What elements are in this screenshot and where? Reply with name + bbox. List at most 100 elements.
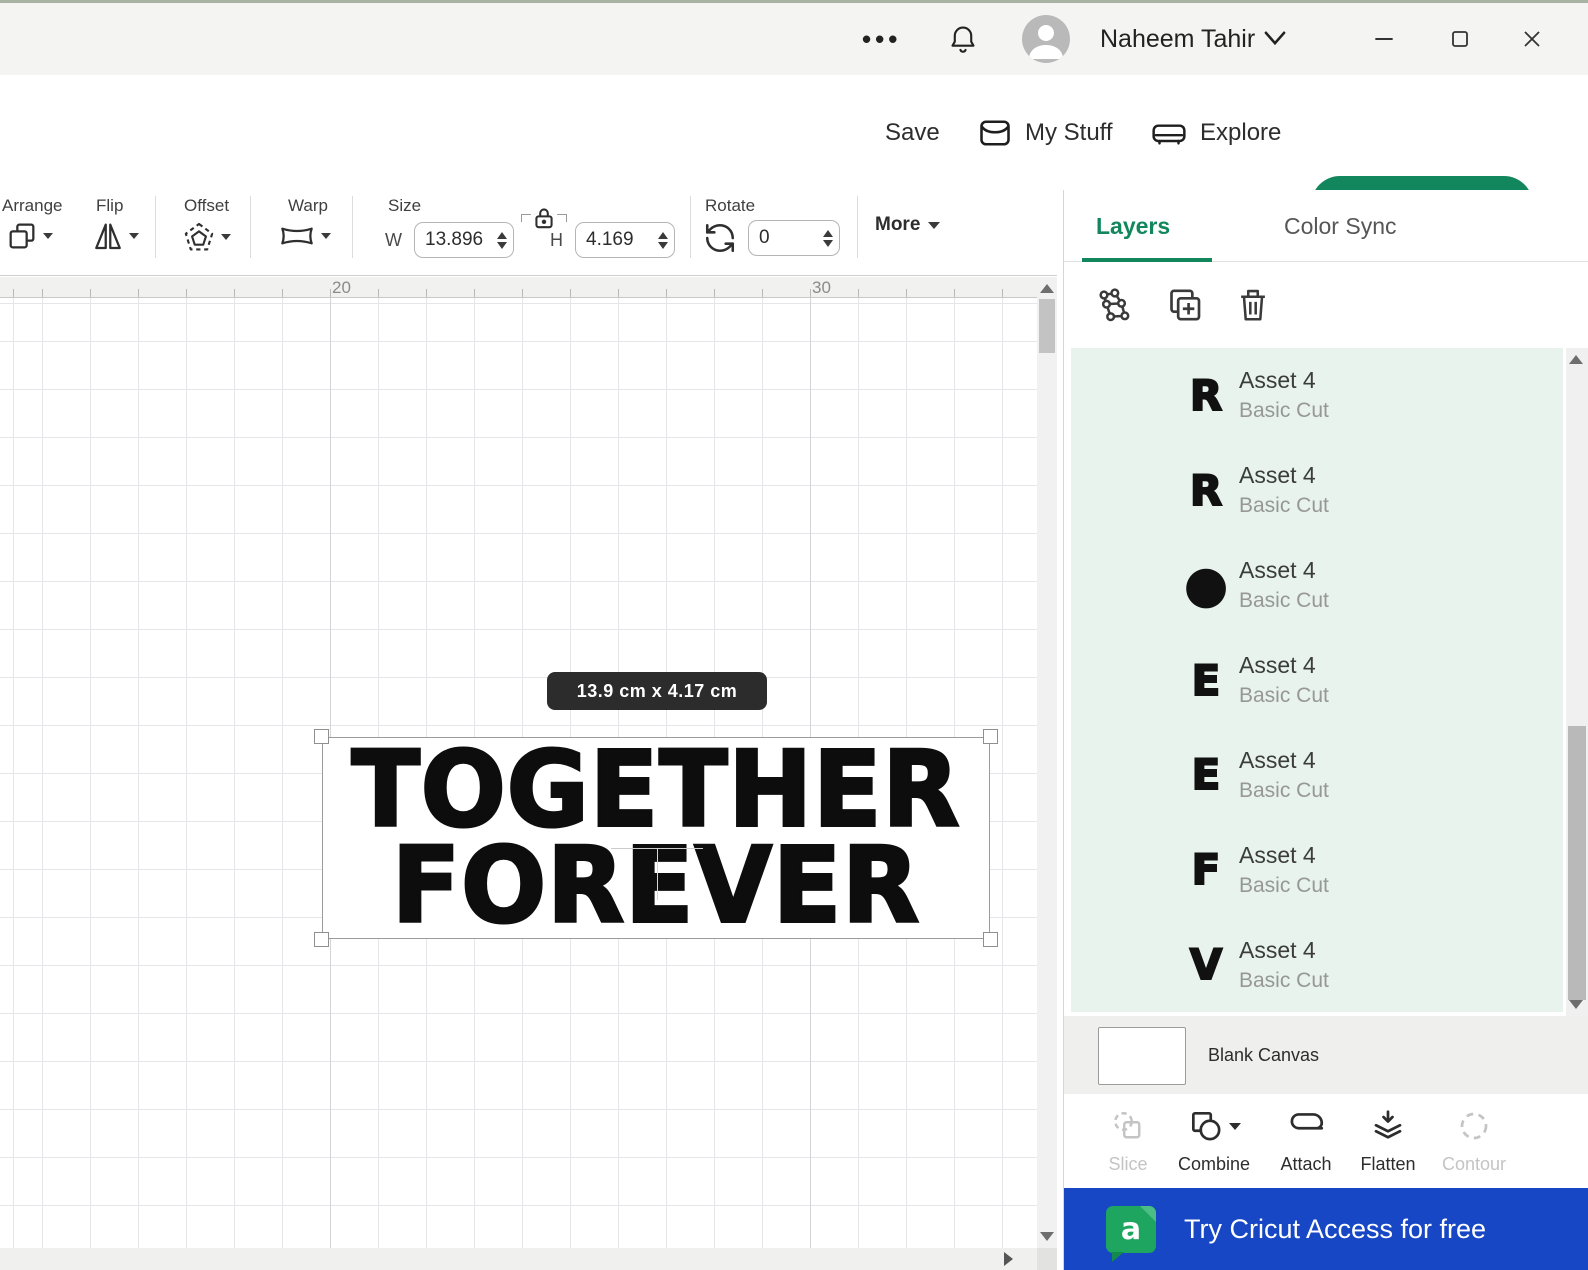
warp-label: Warp [288, 196, 328, 215]
height-stepper[interactable] [658, 231, 668, 249]
more-button[interactable]: More [875, 214, 941, 236]
selection-handle-bottom-left[interactable] [314, 932, 329, 947]
design-canvas[interactable]: 20 30 13.9 cm x 4.17 cm TOGETHER FOREVER [0, 277, 1057, 1270]
notifications-bell-icon[interactable] [946, 23, 980, 57]
cricut-access-text: Try Cricut Access for free [1184, 1213, 1487, 1244]
warp-button[interactable] [278, 220, 331, 252]
toolbar-divider [250, 196, 251, 258]
more-caret-icon [928, 221, 941, 229]
more-label: More [875, 214, 921, 235]
ruler-ticks [0, 289, 1037, 297]
arrange-caret-icon [43, 233, 53, 239]
rotate-field[interactable] [748, 220, 840, 256]
tab-layers[interactable]: Layers [1096, 190, 1170, 262]
rotate-icon[interactable] [703, 221, 737, 255]
group-icon[interactable] [1094, 285, 1134, 325]
height-label: H [550, 229, 563, 250]
layer-row[interactable]: E Asset 4 Basic Cut [1071, 633, 1563, 728]
slice-label: Slice [1108, 1154, 1148, 1174]
window-minimize-button[interactable] [1366, 21, 1402, 57]
warp-caret-icon [321, 233, 331, 239]
my-stuff-button[interactable]: My Stuff [977, 75, 1113, 190]
offset-button[interactable] [182, 220, 231, 254]
save-label: Save [885, 118, 940, 146]
height-field[interactable] [575, 222, 675, 258]
rotate-label: Rotate [705, 196, 756, 215]
my-stuff-label: My Stuff [1025, 118, 1113, 146]
panel-tabs: Layers Color Sync [1064, 190, 1588, 262]
width-field[interactable] [414, 222, 514, 258]
edit-toolbar: Arrange Flip Offset Warp Size W 13.896 H… [0, 190, 1057, 276]
layer-row[interactable]: F Asset 4 Basic Cut [1071, 822, 1563, 917]
layer-thumbnail: E [1191, 655, 1222, 706]
slice-button: Slice [1078, 1104, 1178, 1175]
toolbar-divider [352, 196, 353, 258]
layer-thumbnail: V [1189, 939, 1224, 990]
scroll-up-arrow-icon[interactable] [1040, 284, 1054, 293]
selection-handle-top-left[interactable] [314, 729, 329, 744]
account-name[interactable]: Naheem Tahir [1100, 3, 1255, 75]
app-window: ••• Naheem Tahir Save My Stuff Explore A… [0, 0, 1588, 1270]
layer-title: Asset 4 [1239, 462, 1316, 489]
height-input[interactable] [586, 229, 648, 251]
scroll-up-arrow-icon[interactable] [1569, 355, 1583, 364]
combine-caret-icon [1229, 1122, 1241, 1130]
flatten-button[interactable]: Flatten [1338, 1104, 1438, 1175]
rotate-stepper[interactable] [823, 229, 833, 247]
width-input[interactable] [425, 229, 487, 251]
combine-button[interactable]: Combine [1164, 1104, 1264, 1175]
scroll-right-arrow-icon[interactable] [1004, 1252, 1013, 1266]
canvas-vertical-scrollbar[interactable] [1037, 277, 1057, 1248]
duplicate-icon[interactable] [1164, 285, 1204, 325]
selection-center-mark [657, 848, 658, 900]
vertical-scroll-thumb[interactable] [1039, 299, 1055, 353]
rotate-input[interactable] [759, 227, 821, 249]
flip-button[interactable] [92, 220, 139, 252]
horizontal-ruler: 20 30 [0, 277, 1037, 298]
size-group: W [385, 222, 514, 258]
layer-row[interactable]: V Asset 4 Basic Cut [1071, 917, 1563, 1012]
cricut-access-banner[interactable]: a Try Cricut Access for free [1064, 1188, 1588, 1270]
layer-title: Asset 4 [1239, 367, 1316, 394]
layer-row[interactable]: R Asset 4 Basic Cut [1071, 348, 1563, 443]
layer-row[interactable]: R Asset 4 Basic Cut [1071, 443, 1563, 538]
panel-vertical-scrollbar[interactable] [1566, 348, 1588, 1016]
account-chevron-down-icon[interactable] [1262, 27, 1288, 49]
header-bar: Save My Stuff Explore Make [0, 75, 1588, 234]
save-button[interactable]: Save [885, 75, 940, 190]
width-stepper[interactable] [497, 231, 507, 249]
text-object[interactable]: TOGETHER FOREVER [323, 736, 989, 939]
arrange-button[interactable] [6, 220, 53, 252]
window-maximize-button[interactable] [1442, 21, 1478, 57]
layer-subtitle: Basic Cut [1239, 589, 1329, 613]
layer-actions [1064, 262, 1588, 348]
explore-button[interactable]: Explore [1150, 75, 1281, 190]
selection-bounding-box[interactable]: TOGETHER FOREVER [314, 729, 998, 947]
combine-icon [1187, 1104, 1241, 1148]
canvas-horizontal-scrollbar[interactable] [0, 1248, 1037, 1270]
scroll-down-arrow-icon[interactable] [1040, 1232, 1054, 1241]
rotate-group [703, 220, 840, 256]
flip-caret-icon [129, 233, 139, 239]
delete-trash-icon[interactable] [1234, 286, 1272, 324]
flatten-label: Flatten [1360, 1154, 1416, 1174]
selection-handle-bottom-right[interactable] [983, 932, 998, 947]
attach-label: Attach [1280, 1154, 1332, 1174]
layer-subtitle: Basic Cut [1239, 968, 1329, 992]
layer-thumbnail: ● [1183, 555, 1229, 616]
panel-scroll-thumb[interactable] [1568, 726, 1586, 1000]
scroll-down-arrow-icon[interactable] [1569, 1000, 1583, 1009]
user-avatar[interactable] [1022, 15, 1070, 63]
blank-canvas-thumbnail[interactable] [1098, 1027, 1186, 1085]
selection-handle-top-right[interactable] [983, 729, 998, 744]
overflow-menu-icon[interactable]: ••• [862, 3, 901, 75]
layer-row[interactable]: ● Asset 4 Basic Cut [1071, 538, 1563, 633]
contour-icon [1456, 1104, 1492, 1148]
offset-caret-icon [221, 234, 231, 240]
my-stuff-icon [977, 115, 1013, 151]
window-close-button[interactable] [1514, 21, 1550, 57]
ruler-mark-20: 20 [332, 278, 351, 297]
layer-row[interactable]: E Asset 4 Basic Cut [1071, 727, 1563, 822]
tab-color-sync[interactable]: Color Sync [1284, 190, 1396, 262]
layer-thumbnail: E [1191, 749, 1222, 800]
